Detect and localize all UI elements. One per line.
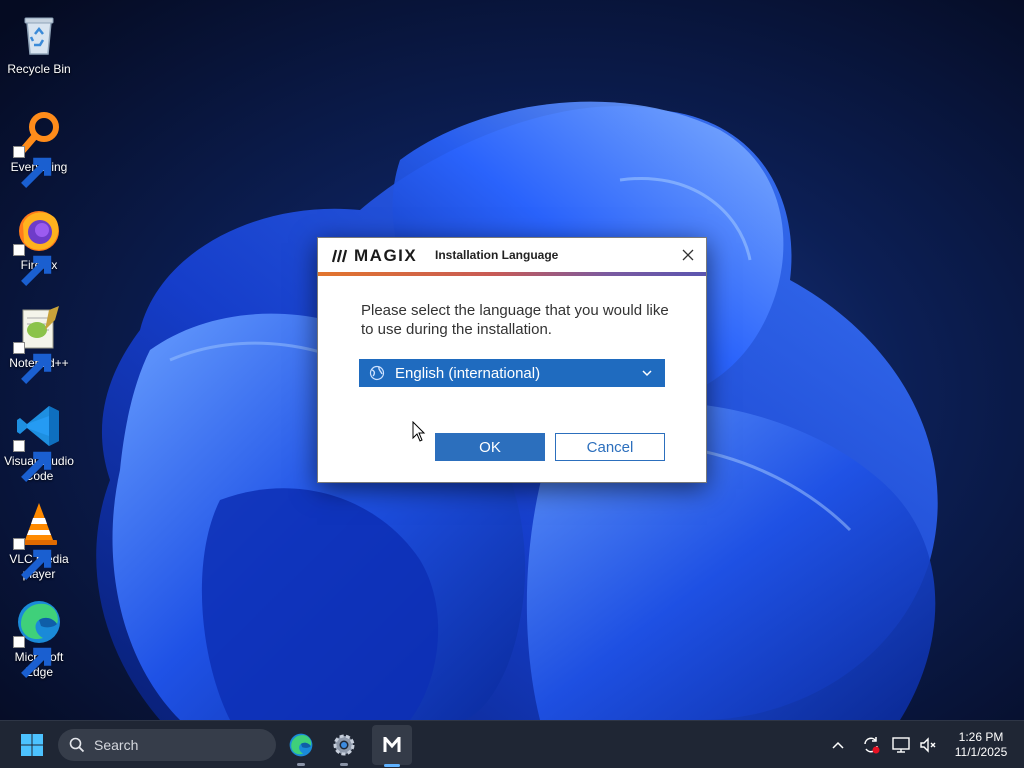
shortcut-arrow-icon bbox=[13, 342, 52, 384]
installation-language-dialog: MAGIX Installation Language Please selec… bbox=[317, 237, 707, 483]
settings-icon bbox=[333, 734, 355, 756]
tray-sync-button[interactable] bbox=[855, 729, 887, 761]
vscode-icon bbox=[13, 402, 63, 482]
taskbar-magix-button[interactable] bbox=[372, 725, 412, 767]
magix-logo: MAGIX bbox=[332, 246, 417, 266]
language-selected-value: English (international) bbox=[395, 364, 541, 382]
network-icon bbox=[892, 737, 910, 753]
shortcut-arrow-icon bbox=[13, 440, 52, 482]
active-indicator bbox=[384, 764, 400, 767]
vlc-icon bbox=[13, 500, 63, 580]
shortcut-arrow-icon bbox=[13, 146, 52, 188]
dialog-titlebar[interactable]: MAGIX Installation Language bbox=[318, 238, 706, 272]
desktop-icon-notepadpp[interactable]: Notepad++ bbox=[0, 298, 78, 384]
desktop-icon-vlc[interactable]: VLC media player bbox=[0, 494, 78, 582]
taskbar-settings-button[interactable] bbox=[328, 729, 360, 766]
edge-icon bbox=[13, 598, 63, 678]
chevron-up-icon bbox=[832, 741, 844, 749]
sync-alert-icon bbox=[864, 737, 880, 754]
running-indicator bbox=[297, 763, 305, 766]
taskbar-clock[interactable]: 1:26 PM 11/1/2025 bbox=[940, 730, 1022, 760]
notepadpp-icon bbox=[13, 304, 63, 384]
recycle-bin-icon bbox=[15, 10, 63, 58]
windows-logo-icon bbox=[21, 734, 43, 756]
edge-icon bbox=[289, 733, 313, 757]
desktop-icon-label: Recycle Bin bbox=[7, 62, 71, 76]
desktop-icon-everything[interactable]: Everything bbox=[0, 102, 78, 188]
globe-icon bbox=[369, 365, 385, 381]
shortcut-arrow-icon bbox=[13, 538, 52, 580]
dialog-message: Please select the language that you woul… bbox=[361, 302, 669, 338]
magix-slashes-icon bbox=[332, 249, 348, 263]
search-placeholder: Search bbox=[94, 737, 139, 753]
show-hidden-icons-button[interactable] bbox=[822, 729, 854, 761]
shortcut-arrow-icon bbox=[13, 244, 52, 286]
close-button[interactable] bbox=[676, 244, 700, 266]
taskbar: Search 1:26 PM 11/1/2025 bbox=[0, 720, 1024, 768]
taskbar-edge-button[interactable] bbox=[285, 729, 317, 766]
firefox-icon bbox=[13, 206, 63, 286]
desktop-icon-firefox[interactable]: Firefox bbox=[0, 200, 78, 286]
shortcut-arrow-icon bbox=[13, 636, 52, 678]
desktop-icon-vscode[interactable]: Visual Studio Code bbox=[0, 396, 78, 484]
desktop-icon-edge[interactable]: Microsoft Edge bbox=[0, 592, 78, 680]
running-indicator bbox=[340, 763, 348, 766]
language-dropdown[interactable]: English (international) bbox=[359, 359, 665, 387]
cancel-button[interactable]: Cancel bbox=[555, 433, 665, 461]
volume-muted-icon bbox=[920, 737, 936, 753]
clock-time: 1:26 PM bbox=[958, 730, 1004, 744]
start-button[interactable] bbox=[16, 729, 48, 761]
mouse-cursor-icon bbox=[412, 421, 426, 442]
magix-icon bbox=[383, 737, 401, 752]
close-icon bbox=[682, 249, 694, 261]
dialog-accent-bar bbox=[318, 272, 706, 276]
ok-button[interactable]: OK bbox=[435, 433, 545, 461]
desktop-icon-recycle-bin[interactable]: Recycle Bin bbox=[0, 4, 78, 77]
search-icon bbox=[69, 737, 85, 753]
taskbar-search-box[interactable]: Search bbox=[58, 729, 276, 761]
chevron-down-icon bbox=[642, 370, 652, 377]
everything-search-icon bbox=[13, 108, 63, 188]
magix-logo-text: MAGIX bbox=[354, 246, 418, 265]
dialog-title: Installation Language bbox=[435, 248, 559, 262]
clock-date: 11/1/2025 bbox=[954, 745, 1008, 759]
